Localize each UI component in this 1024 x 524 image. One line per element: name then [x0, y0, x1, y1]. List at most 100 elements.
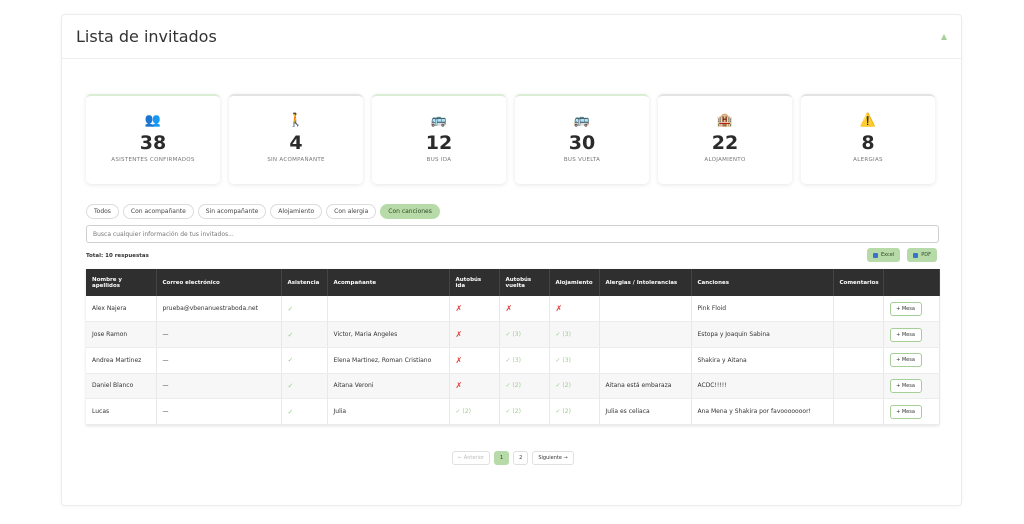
table-cell: ✓ (3) [499, 321, 550, 348]
column-header: Correo electrónico [156, 269, 282, 296]
stat-card: 👥 38 ASISTENTES CONFIRMADOS [86, 94, 220, 184]
cell-text: Pink Floid [697, 305, 727, 313]
table-cell: ✓ [281, 398, 328, 425]
table-cell: ✗ [449, 296, 500, 323]
column-header: Comentarios [833, 269, 884, 296]
check-icon: ✓ [287, 356, 294, 365]
stat-label: ALOJAMIENTO [704, 157, 746, 163]
table-cell: Pink Floid [691, 296, 834, 323]
table-row: Jose Ramon — ✓ Victor, Maria Angeles ✗ ✓ (3) ✓… [86, 321, 940, 348]
table-cell: prueba@vbenanuestraboda.net [156, 296, 282, 323]
cell-text: Elena Martinez, Roman Cristiano [333, 356, 432, 364]
prev-page-button[interactable]: ← Anterior [452, 451, 490, 465]
bus-icon: 🚌 [573, 113, 591, 128]
check-icon: ✓ (2) [505, 382, 521, 390]
check-icon: ✓ (3) [505, 356, 521, 364]
column-header: Autobús ida [449, 269, 500, 296]
cell-text: Estopa y Joaquin Sabina [697, 331, 770, 339]
table-cell: Elena Martinez, Roman Cristiano [327, 347, 450, 374]
column-header [883, 269, 940, 296]
table-cell: ✓ [281, 321, 328, 348]
page-number-button[interactable]: 1 [493, 451, 510, 465]
check-icon: ✓ (2) [555, 408, 571, 416]
table-cell [833, 296, 884, 323]
stat-value: 38 [139, 132, 167, 154]
add-table-button[interactable]: + Mesa [889, 301, 922, 316]
add-table-button[interactable]: + Mesa [889, 327, 922, 342]
column-header: Alergias / Intolerancias [599, 269, 692, 296]
walking-person-icon: 🚶 [287, 113, 305, 128]
table-cell: ✗ [499, 296, 550, 323]
table-cell: ACDC!!!!! [691, 373, 834, 400]
filter-pill[interactable]: Alojamiento [270, 204, 323, 219]
check-icon: ✓ [287, 304, 294, 313]
table-cell: ✓ [281, 347, 328, 374]
cell-text: Ana Mena y Shakira por favooooooor! [697, 408, 811, 416]
table-cell [599, 321, 692, 348]
check-icon: ✓ (2) [455, 408, 471, 416]
check-icon: ✓ (3) [555, 356, 571, 364]
table-cell: — [156, 373, 282, 400]
table-cell-action: + Mesa [883, 321, 940, 348]
add-table-button[interactable]: + Mesa [889, 404, 922, 419]
stat-value: 22 [711, 132, 739, 154]
stat-card: 🚌 30 BUS VUELTA [515, 94, 649, 184]
table-cell: ✓ (3) [499, 347, 550, 374]
cross-icon: ✗ [555, 304, 563, 314]
filter-pill[interactable]: Sin acompañante [197, 204, 267, 219]
add-table-button[interactable]: + Mesa [889, 378, 922, 393]
table-cell: ✗ [449, 347, 500, 374]
table-cell: ✓ (2) [449, 398, 500, 425]
page-number-button[interactable]: 2 [513, 451, 529, 465]
filter-pill[interactable]: Con acompañante [122, 204, 194, 219]
check-icon: ✓ (2) [505, 408, 521, 416]
stat-label: ASISTENTES CONFIRMADOS [111, 157, 195, 163]
table-cell: ✓ (2) [549, 398, 600, 425]
export-pdf-button[interactable]: PDF [907, 248, 937, 262]
table-cell: Shakira y Aitana [691, 347, 834, 374]
table-cell: Aitana está embaraza [599, 373, 692, 400]
filter-pill[interactable]: Con canciones [380, 204, 440, 219]
add-table-button[interactable]: + Mesa [889, 353, 922, 368]
table-cell-action: + Mesa [883, 398, 940, 425]
filter-pills: Todos Con acompañante Sin acompañante Aloja… [86, 204, 440, 219]
column-header: Canciones [691, 269, 834, 296]
column-header: Alojamiento [549, 269, 600, 296]
stat-label: BUS IDA [426, 157, 452, 163]
stats-row: 👥 38 ASISTENTES CONFIRMADOS 🚶 4 SIN ACOMPAÑAN… [86, 94, 935, 184]
cell-text: prueba@vbenanuestraboda.net [162, 305, 258, 313]
check-icon: ✓ [287, 407, 294, 416]
export-excel-button[interactable]: Excel [867, 248, 901, 262]
collapse-up-icon[interactable] [941, 33, 947, 40]
check-icon: ✓ (2) [555, 382, 571, 390]
table-cell: ✓ (2) [499, 373, 550, 400]
total-responses: Total: 10 respuestas [86, 253, 149, 259]
table-cell [599, 296, 692, 323]
table-cell [833, 398, 884, 425]
stat-card: 🏨 22 ALOJAMIENTO [658, 94, 792, 184]
table-body: Alex Najera prueba@vbenanuestraboda.net ✓ ✗… [86, 296, 940, 425]
cell-text: Lucas [92, 408, 110, 416]
table-cell: Julia es celiaca [599, 398, 692, 425]
cell-text: Jose Ramon [92, 331, 128, 339]
cell-text: ACDC!!!!! [697, 382, 727, 390]
table-cell: Lucas [86, 398, 157, 425]
cell-text: — [162, 382, 169, 390]
table-cell: Andrea Martinez [86, 347, 157, 374]
stat-card: 🚌 12 BUS IDA [372, 94, 506, 184]
table-cell: — [156, 321, 282, 348]
filter-pill[interactable]: Todos [86, 204, 119, 219]
column-header: Autobús vuelta [499, 269, 550, 296]
stat-label: BUS VUELTA [563, 157, 601, 163]
export-excel-label: Excel [881, 252, 895, 258]
table-cell: Victor, Maria Angeles [327, 321, 450, 348]
table-cell: — [156, 398, 282, 425]
search-input[interactable] [86, 225, 939, 243]
table-cell: ✓ (3) [549, 347, 600, 374]
stat-card: ⚠️ 8 ALERGIAS [801, 94, 935, 184]
cross-icon: ✗ [455, 355, 463, 365]
filter-pill[interactable]: Con alergia [326, 204, 377, 219]
table-cell: Aitana Veroni [327, 373, 450, 400]
table-cell: ✓ [281, 296, 328, 323]
next-page-button[interactable]: Siguiente → [532, 451, 574, 465]
